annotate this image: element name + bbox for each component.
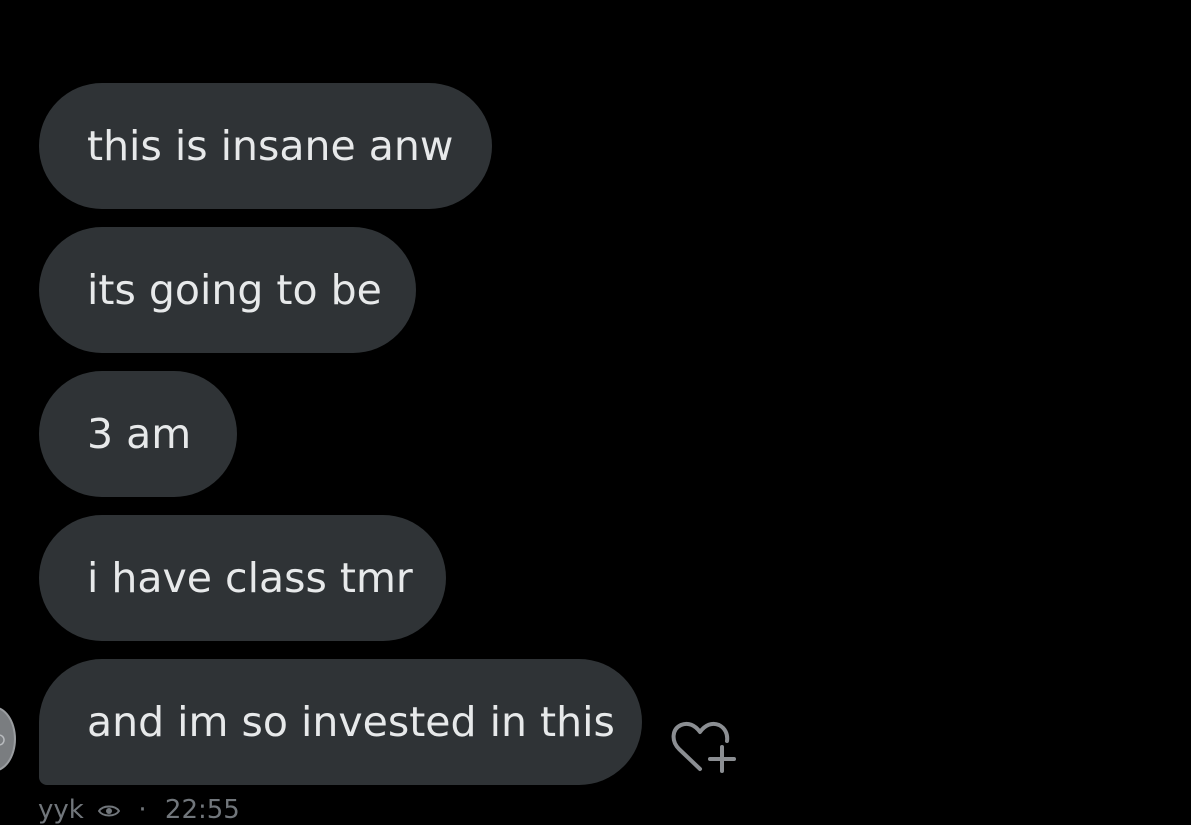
message-bubble[interactable]: 3 am: [39, 371, 237, 497]
message-text: this is insane anw: [87, 122, 454, 170]
add-reaction-button[interactable]: [670, 719, 736, 777]
message-text: i have class tmr: [87, 554, 413, 602]
timestamp: 22:55: [164, 795, 240, 825]
message-bubble[interactable]: this is insane anw: [39, 83, 492, 209]
sender-label: yyk: [38, 795, 84, 825]
heart-plus-icon: [671, 721, 736, 773]
avatar-placeholder-icon: [0, 734, 5, 746]
avatar[interactable]: [0, 706, 16, 772]
separator: ·: [138, 795, 147, 825]
message-text: and im so invested in this: [87, 698, 615, 746]
message-text: its going to be: [87, 266, 382, 314]
message-bubble[interactable]: its going to be: [39, 227, 416, 353]
message-bubble[interactable]: and im so invested in this: [39, 659, 642, 785]
message-meta: yyk · 22:55: [38, 795, 240, 825]
message-bubble[interactable]: i have class tmr: [39, 515, 446, 641]
message-text: 3 am: [87, 410, 192, 458]
